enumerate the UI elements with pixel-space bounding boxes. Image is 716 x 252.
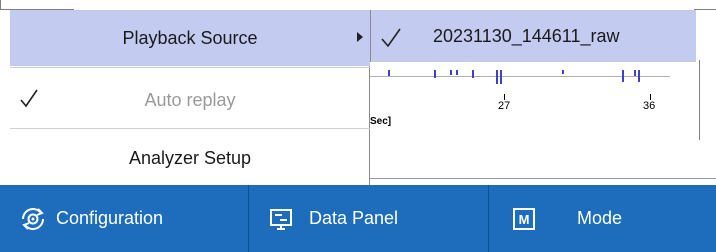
m-square-icon: M — [513, 207, 535, 230]
event-marker — [634, 70, 636, 76]
event-marker — [622, 70, 624, 82]
gear-cycle-icon — [18, 204, 48, 234]
event-marker — [450, 70, 452, 75]
background-timeline-chart: 27 36 Sec] — [370, 66, 696, 127]
axis-tick-label: 27 — [498, 100, 511, 112]
mode-icon-letter: M — [519, 212, 530, 227]
configuration-button[interactable]: Configuration — [0, 185, 248, 252]
menu-item-label: Auto replay — [144, 90, 236, 110]
window-frame-top-left — [0, 0, 74, 10]
checkmark-icon — [381, 27, 401, 49]
event-marker — [500, 70, 502, 84]
window-frame-top-right — [694, 0, 716, 10]
panel-divider — [699, 60, 700, 140]
app-panel-border — [370, 178, 716, 179]
mode-button[interactable]: M Mode — [488, 185, 716, 252]
submenu-arrow-icon — [357, 32, 363, 42]
event-marker — [496, 70, 498, 84]
mode-label: Mode — [577, 208, 623, 228]
data-panel-button[interactable]: Data Panel — [248, 185, 488, 252]
menu-separator — [10, 67, 370, 68]
context-menu: Playback Source Auto replay Analyzer Set… — [10, 10, 370, 185]
event-marker — [562, 70, 564, 74]
menu-item-label: Playback Source — [122, 28, 258, 48]
playback-source-submenu: 20231130_144611_raw — [370, 10, 696, 62]
menu-item-auto-replay[interactable]: Auto replay — [10, 72, 370, 128]
menu-item-playback-source[interactable]: Playback Source — [10, 10, 370, 66]
axis-unit-label: Sec] — [370, 116, 392, 127]
event-marker — [456, 70, 458, 75]
monitor-icon — [269, 207, 293, 231]
event-marker — [434, 70, 436, 78]
submenu-item-source-file[interactable]: 20231130_144611_raw — [433, 10, 620, 62]
menu-item-analyzer-setup[interactable]: Analyzer Setup — [10, 130, 370, 186]
menu-separator — [10, 128, 370, 129]
timeline-baseline — [370, 76, 670, 77]
event-marker — [472, 70, 474, 78]
bottom-toolbar: Configuration Data Panel M Mode — [0, 185, 716, 252]
axis-tick-label: 36 — [643, 100, 656, 112]
menu-item-label: Analyzer Setup — [128, 148, 252, 168]
data-panel-label: Data Panel — [309, 208, 399, 228]
event-marker — [638, 70, 640, 82]
event-marker — [388, 70, 390, 76]
configuration-label: Configuration — [56, 208, 164, 228]
